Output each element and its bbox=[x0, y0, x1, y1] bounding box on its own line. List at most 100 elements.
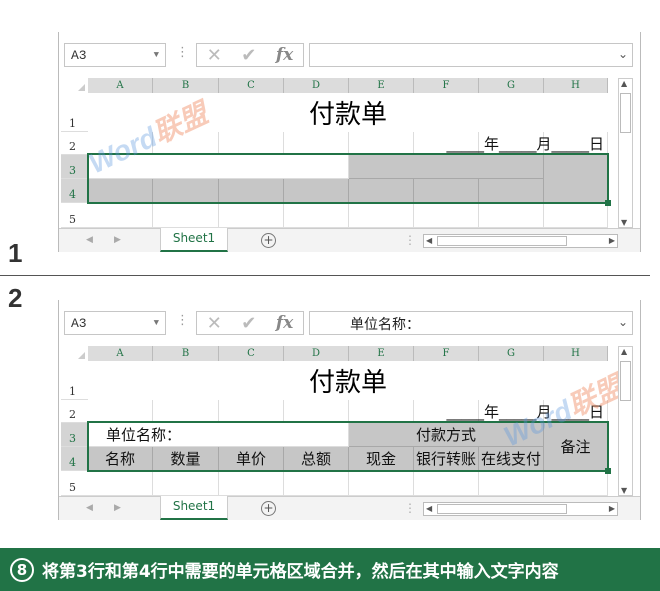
row-header-5[interactable]: 5 bbox=[61, 203, 88, 228]
fill-handle[interactable] bbox=[605, 200, 611, 206]
vertical-scrollbar[interactable]: ▲ ▼ bbox=[618, 346, 633, 496]
tab-split-icon[interactable]: ⋮ bbox=[404, 233, 416, 247]
fx-icon[interactable]: fx bbox=[276, 313, 293, 333]
row-header-3[interactable]: 3 bbox=[61, 155, 88, 179]
cell-C5[interactable] bbox=[219, 203, 284, 228]
name-box[interactable]: A3 ▼ bbox=[64, 43, 166, 67]
next-sheet-icon[interactable]: ▶ bbox=[114, 503, 121, 513]
header-cell-B4[interactable]: 数量 bbox=[153, 447, 219, 471]
cell-A2[interactable] bbox=[88, 400, 153, 423]
column-header-F[interactable]: F bbox=[414, 78, 479, 93]
column-header-H[interactable]: H bbox=[544, 78, 608, 93]
fill-handle[interactable] bbox=[605, 468, 611, 474]
scroll-up-icon[interactable]: ▲ bbox=[621, 347, 627, 356]
cell-E5[interactable] bbox=[349, 203, 414, 228]
scroll-right-icon[interactable]: ▶ bbox=[609, 504, 615, 513]
cell-B2[interactable] bbox=[153, 400, 219, 423]
row-header-1[interactable]: 1 bbox=[61, 361, 88, 400]
header-cell-B4[interactable] bbox=[153, 179, 219, 203]
enter-icon[interactable]: ✔ bbox=[241, 45, 256, 66]
cell-D2[interactable] bbox=[284, 132, 349, 155]
header-cell-F4[interactable]: 银行转账 bbox=[414, 447, 479, 471]
column-header-B[interactable]: B bbox=[153, 78, 219, 93]
cell-B5[interactable] bbox=[153, 203, 219, 228]
header-cell-F4[interactable] bbox=[414, 179, 479, 203]
scroll-up-icon[interactable]: ▲ bbox=[621, 79, 627, 88]
column-header-F[interactable]: F bbox=[414, 346, 479, 361]
add-sheet-icon[interactable]: + bbox=[261, 501, 276, 516]
header-cell-D4[interactable]: 总额 bbox=[284, 447, 349, 471]
column-header-E[interactable]: E bbox=[349, 78, 414, 93]
cell-C5[interactable] bbox=[219, 471, 284, 496]
header-cell-C4[interactable]: 单价 bbox=[219, 447, 284, 471]
formula-bar[interactable]: ⌄ bbox=[309, 43, 633, 67]
scroll-left-icon[interactable]: ◀ bbox=[426, 504, 432, 513]
header-cell-A4[interactable]: 名称 bbox=[88, 447, 153, 471]
column-header-H[interactable]: H bbox=[544, 346, 608, 361]
column-header-A[interactable]: A bbox=[88, 78, 153, 93]
vertical-scroll-thumb[interactable] bbox=[620, 93, 631, 133]
scroll-down-icon[interactable]: ▼ bbox=[621, 218, 627, 227]
cell-H5[interactable] bbox=[544, 203, 608, 228]
column-header-C[interactable]: C bbox=[219, 78, 284, 93]
cell-G5[interactable] bbox=[479, 471, 544, 496]
horizontal-scrollbar[interactable]: ◀ ▶ bbox=[423, 502, 618, 516]
name-box[interactable]: A3 ▼ bbox=[64, 311, 166, 335]
scroll-down-icon[interactable]: ▼ bbox=[621, 486, 627, 495]
row-header-1[interactable]: 1 bbox=[61, 93, 88, 132]
header-cell-E4[interactable] bbox=[349, 179, 414, 203]
payment-method-cell[interactable] bbox=[349, 155, 544, 179]
cell-A5[interactable] bbox=[88, 471, 153, 496]
column-header-D[interactable]: D bbox=[284, 78, 349, 93]
title-cell[interactable]: 付款单 bbox=[88, 361, 608, 400]
cell-E5[interactable] bbox=[349, 471, 414, 496]
row-header-5[interactable]: 5 bbox=[61, 471, 88, 496]
prev-sheet-icon[interactable]: ◀ bbox=[86, 235, 93, 245]
header-cell-E4[interactable]: 现金 bbox=[349, 447, 414, 471]
header-cell-G4[interactable] bbox=[479, 179, 544, 203]
cell-D5[interactable] bbox=[284, 471, 349, 496]
column-header-A[interactable]: A bbox=[88, 346, 153, 361]
column-header-G[interactable]: G bbox=[479, 346, 544, 361]
cell-C2[interactable] bbox=[219, 400, 284, 423]
cell-F5[interactable] bbox=[414, 471, 479, 496]
remark-cell[interactable] bbox=[544, 155, 608, 203]
tab-split-icon[interactable]: ⋮ bbox=[404, 501, 416, 515]
horizontal-scroll-thumb[interactable] bbox=[437, 504, 567, 514]
vertical-scroll-thumb[interactable] bbox=[620, 361, 631, 401]
next-sheet-icon[interactable]: ▶ bbox=[114, 235, 121, 245]
row-header-3[interactable]: 3 bbox=[61, 423, 88, 447]
expand-formula-icon[interactable]: ⌄ bbox=[618, 47, 628, 61]
column-header-G[interactable]: G bbox=[479, 78, 544, 93]
chevron-down-icon[interactable]: ▼ bbox=[154, 50, 159, 60]
sheet-tab-sheet1[interactable]: Sheet1 bbox=[160, 228, 228, 252]
cell-D2[interactable] bbox=[284, 400, 349, 423]
cell-C2[interactable] bbox=[219, 132, 284, 155]
vertical-scrollbar[interactable]: ▲ ▼ bbox=[618, 78, 633, 228]
cell-F5[interactable] bbox=[414, 203, 479, 228]
row-header-4[interactable]: 4 bbox=[61, 447, 88, 471]
chevron-down-icon[interactable]: ▼ bbox=[154, 318, 159, 328]
select-all-button[interactable] bbox=[61, 78, 88, 93]
column-header-B[interactable]: B bbox=[153, 346, 219, 361]
column-header-C[interactable]: C bbox=[219, 346, 284, 361]
header-cell-C4[interactable] bbox=[219, 179, 284, 203]
select-all-button[interactable] bbox=[61, 346, 88, 361]
cell-A5[interactable] bbox=[88, 203, 153, 228]
add-sheet-icon[interactable]: + bbox=[261, 233, 276, 248]
horizontal-scroll-thumb[interactable] bbox=[437, 236, 567, 246]
prev-sheet-icon[interactable]: ◀ bbox=[86, 503, 93, 513]
cell-G5[interactable] bbox=[479, 203, 544, 228]
row-header-2[interactable]: 2 bbox=[61, 400, 88, 423]
scroll-right-icon[interactable]: ▶ bbox=[609, 236, 615, 245]
scroll-left-icon[interactable]: ◀ bbox=[426, 236, 432, 245]
cell-D5[interactable] bbox=[284, 203, 349, 228]
column-header-D[interactable]: D bbox=[284, 346, 349, 361]
enter-icon[interactable]: ✔ bbox=[241, 313, 256, 334]
expand-formula-icon[interactable]: ⌄ bbox=[618, 315, 628, 329]
row-header-4[interactable]: 4 bbox=[61, 179, 88, 203]
unit-name-cell[interactable]: 单位名称： bbox=[88, 423, 349, 447]
cell-B5[interactable] bbox=[153, 471, 219, 496]
header-cell-D4[interactable] bbox=[284, 179, 349, 203]
cell-E2[interactable] bbox=[349, 400, 414, 423]
